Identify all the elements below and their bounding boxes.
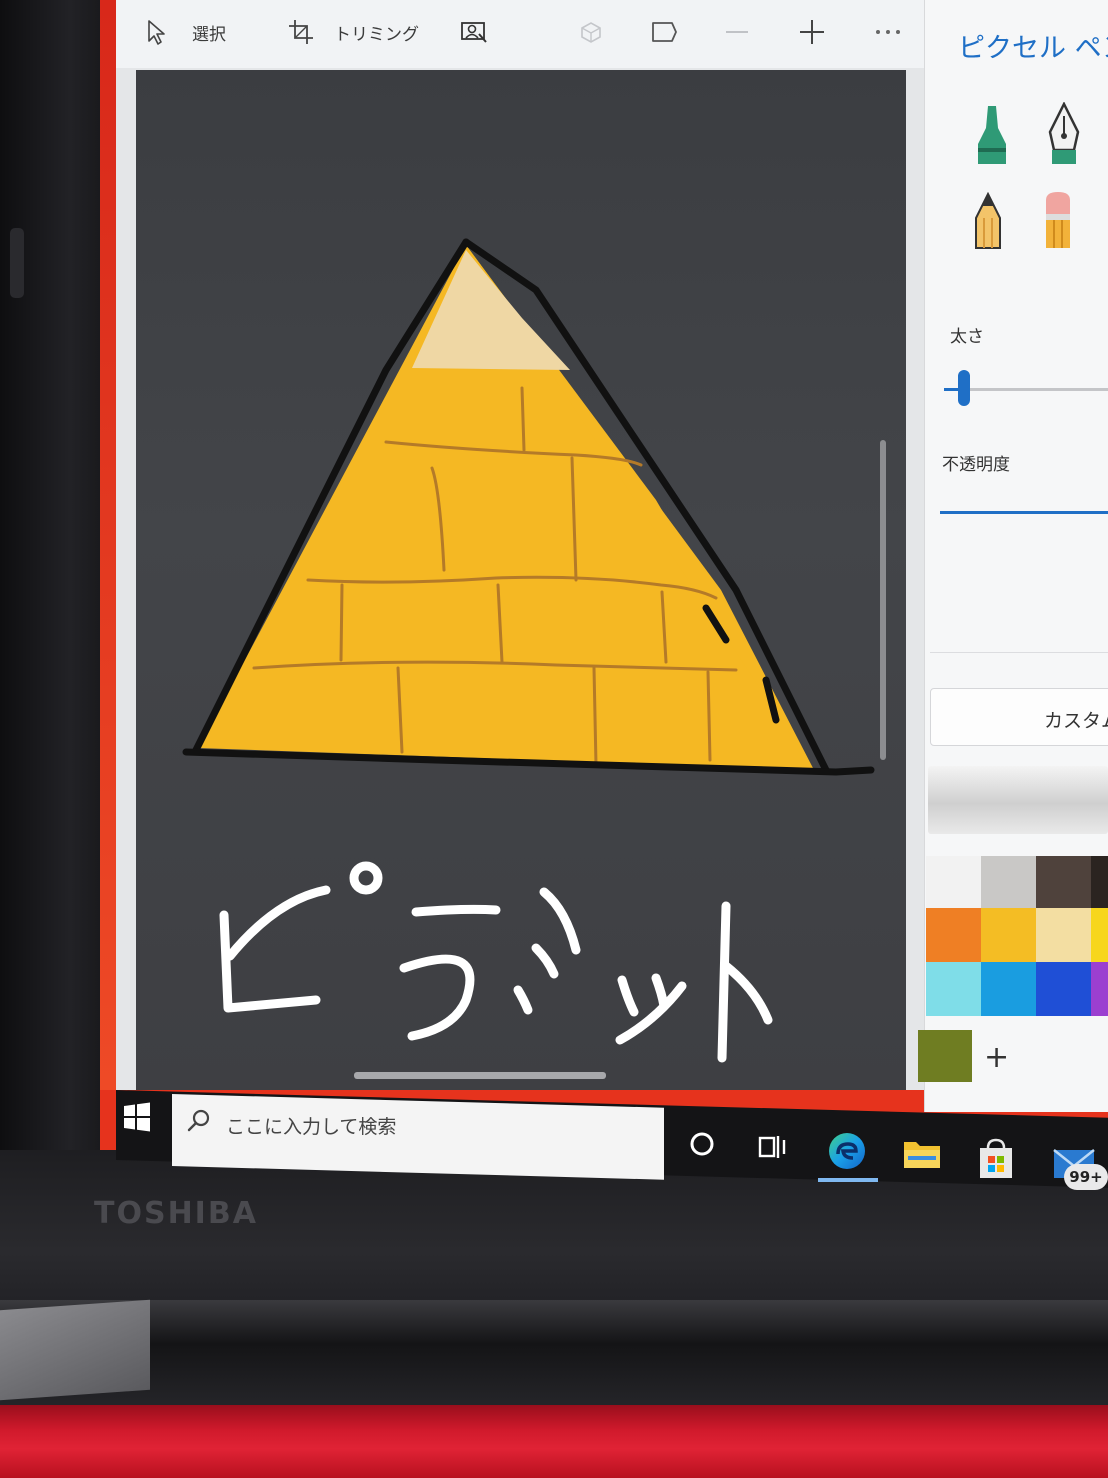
plus-icon <box>800 20 824 44</box>
crop-label: トリミング <box>334 24 419 45</box>
add-color-button[interactable]: + <box>984 1040 1009 1075</box>
cortana-icon[interactable] <box>688 1130 716 1158</box>
brand-logo: TOSHIBA <box>94 1196 258 1231</box>
zoom-in-button[interactable] <box>798 14 826 50</box>
more-button[interactable] <box>874 14 902 50</box>
mail-badge: 99+ <box>1064 1164 1108 1190</box>
desktop-background <box>100 0 116 1090</box>
select-label: 選択 <box>192 24 226 45</box>
opacity-slider[interactable] <box>940 511 1108 514</box>
palette-swatch-0-3[interactable] <box>1091 856 1108 910</box>
eraser-icon[interactable] <box>1040 190 1076 250</box>
bezel-button <box>10 228 24 298</box>
calligraphy-pen-icon[interactable] <box>1044 102 1084 168</box>
handwritten-word <box>219 861 773 1063</box>
paint-toolbar: 選択 トリミング <box>116 0 924 68</box>
brush-preview <box>928 766 1108 834</box>
search-placeholder: ここに入力して検索 <box>226 1116 397 1138</box>
size-slider-thumb[interactable] <box>958 370 970 406</box>
palette-swatch-2-1[interactable] <box>981 962 1036 1016</box>
laptop-chassis <box>0 1405 1108 1478</box>
flip-button[interactable] <box>650 14 678 50</box>
palette-swatch-1-3[interactable] <box>1091 908 1108 962</box>
palette-swatch-0-2[interactable] <box>1036 856 1091 910</box>
magic-select-icon <box>461 22 487 43</box>
custom-color-swatch[interactable] <box>918 1030 972 1082</box>
horizontal-scrollbar[interactable] <box>354 1072 606 1079</box>
more-icon <box>876 30 900 34</box>
vertical-scrollbar[interactable] <box>880 440 886 760</box>
zoom-out-button[interactable] <box>724 14 750 50</box>
size-label: 太さ <box>950 327 984 347</box>
palette-swatch-1-1[interactable] <box>981 908 1036 962</box>
search-icon <box>187 1109 210 1132</box>
palette-swatch-1-0[interactable] <box>926 908 981 962</box>
edge-browser-icon[interactable] <box>826 1130 868 1172</box>
palette-swatch-2-2[interactable] <box>1036 962 1091 1016</box>
flip-icon <box>652 22 677 42</box>
pyramid-drawing <box>182 238 875 1063</box>
store-icon[interactable] <box>976 1138 1016 1180</box>
palette-swatch-0-0[interactable] <box>926 856 981 910</box>
panel-divider <box>930 652 1108 653</box>
pencil-icon[interactable] <box>970 192 1006 250</box>
laptop-hinge <box>0 1300 1108 1410</box>
drawing-canvas[interactable] <box>136 70 906 1090</box>
custom-color-label: カスタム <box>1044 710 1108 732</box>
active-app-indicator <box>818 1178 878 1182</box>
sticker-button[interactable] <box>578 14 604 50</box>
screen-bezel-left <box>0 0 100 1320</box>
windows-start-icon[interactable] <box>120 1100 154 1134</box>
file-explorer-icon[interactable] <box>902 1136 942 1172</box>
minus-icon <box>726 31 748 33</box>
crop-icon <box>289 20 313 44</box>
hinge-plate <box>0 1299 150 1401</box>
select-tool-button[interactable]: 選択 <box>146 14 226 50</box>
palette-swatch-0-1[interactable] <box>981 856 1036 910</box>
magic-select-button[interactable] <box>460 14 488 50</box>
cursor-icon <box>148 20 165 45</box>
opacity-label: 不透明度 <box>942 455 1010 475</box>
crop-tool-button[interactable]: トリミング <box>288 14 419 50</box>
palette-swatch-2-3[interactable] <box>1091 962 1108 1016</box>
task-view-icon[interactable] <box>756 1132 788 1162</box>
palette-swatch-1-2[interactable] <box>1036 908 1091 962</box>
sticker-icon <box>581 22 601 43</box>
panel-title: ピクセル ペン <box>958 33 1108 64</box>
palette-swatch-2-0[interactable] <box>926 962 981 1016</box>
marker-pen-icon[interactable] <box>972 104 1012 168</box>
